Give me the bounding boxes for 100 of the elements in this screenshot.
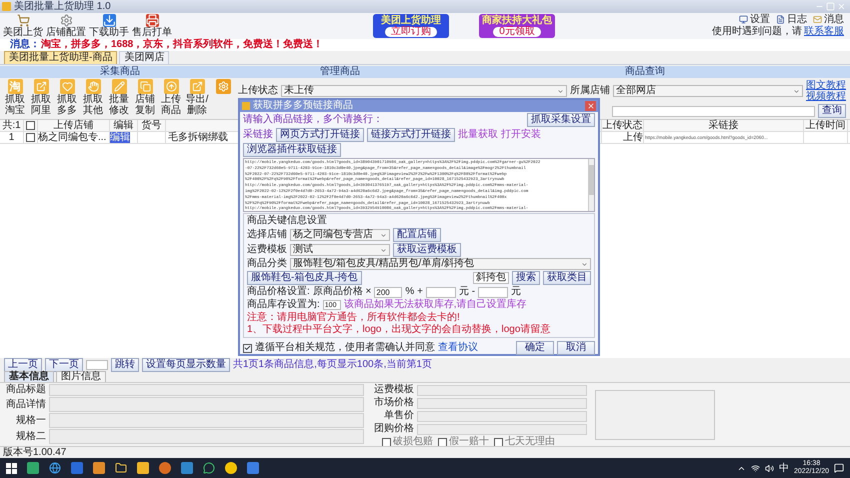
cancel-button[interactable]: 取消 <box>557 341 595 355</box>
tutorial-link[interactable]: 视频教程 <box>806 91 846 102</box>
promo-action[interactable]: 立即订购 <box>385 27 437 37</box>
shop-select[interactable]: 杨之同编包专营店 <box>290 229 390 241</box>
chat-icon[interactable] <box>203 462 215 474</box>
plugin-button[interactable]: 浏览器插件获取链接 <box>243 143 341 157</box>
note-text: 1、下载过程中平台文字，logo，出现文字的会自动替换，logo请留意 <box>247 324 552 336</box>
text-field[interactable] <box>417 384 587 396</box>
batch-text: 批量获取 打开安装 <box>458 129 541 141</box>
action-button[interactable]: 店铺复制 <box>132 79 158 116</box>
checkbox[interactable] <box>438 438 447 446</box>
category-path-button[interactable]: 服饰鞋包-箱包皮具-挎包 <box>247 271 362 285</box>
add-field[interactable] <box>426 286 456 298</box>
tutorial-link[interactable]: 图文教程 <box>806 80 846 91</box>
status-select[interactable]: 未上传 <box>281 85 567 97</box>
configure-shop-button[interactable]: 配置店铺 <box>393 228 441 242</box>
page-field[interactable] <box>86 360 108 370</box>
ok-button[interactable]: 确定 <box>516 341 554 355</box>
pencil-icon <box>114 81 124 92</box>
ime-indicator[interactable]: 中 <box>778 462 789 474</box>
promo-banner[interactable]: 商家扶持大礼包 0元领取 <box>479 14 555 38</box>
toolbar-button[interactable]: 店铺配置 <box>45 14 87 38</box>
network-icon[interactable] <box>750 464 760 472</box>
checkbox[interactable] <box>26 133 35 142</box>
close-icon <box>586 102 594 110</box>
edit-link[interactable]: 编辑 <box>110 132 130 143</box>
query-button[interactable]: 查询 <box>818 104 846 118</box>
row-number: 1 <box>8 132 14 143</box>
contact-link[interactable]: 联系客服 <box>804 26 844 38</box>
action-button[interactable]: 抓取多多 <box>54 79 80 116</box>
category-search-field[interactable]: 斜挎包 <box>473 272 509 284</box>
toolbar-button[interactable]: 下载助手 <box>88 14 130 38</box>
document-icon <box>776 15 785 24</box>
checkbox[interactable] <box>494 438 503 446</box>
search-button[interactable]: 搜索 <box>512 271 540 285</box>
url-textarea[interactable] <box>243 158 595 212</box>
action-button[interactable]: 批量修改 <box>106 79 132 116</box>
toolbar-button[interactable]: 售后打单 <box>131 14 173 38</box>
text-field[interactable] <box>49 384 364 396</box>
text-field[interactable] <box>417 410 587 422</box>
subtract-field[interactable] <box>478 286 508 298</box>
gear-icon <box>218 81 228 92</box>
tab[interactable]: 图片信息 <box>56 371 106 382</box>
top-link[interactable]: 日志 <box>787 14 807 25</box>
action-button[interactable]: 淘 抓取淘宝 <box>2 79 28 116</box>
open-link-button[interactable]: 网页方式打开链接 <box>276 128 364 142</box>
freight-select[interactable]: 测试 <box>290 244 390 256</box>
price-base-label: 原商品价格 × <box>312 286 372 298</box>
action-button[interactable]: 抓取阿里 <box>28 79 54 116</box>
page-size-button[interactable]: 设置每页显示数量 <box>142 358 230 372</box>
start-icon[interactable] <box>6 462 17 474</box>
tab[interactable]: 美团批量上货助理-商品 <box>4 51 118 64</box>
maximize-icon[interactable] <box>826 2 835 11</box>
cart-icon <box>16 14 30 27</box>
app-icon[interactable] <box>225 462 237 474</box>
promo-action[interactable]: 0元领取 <box>493 27 541 37</box>
table-cell: 毛多拆钢绑载 <box>168 132 228 144</box>
scrollbar[interactable] <box>588 159 594 211</box>
action-button[interactable]: 上传商品 <box>158 79 184 116</box>
notification-icon[interactable] <box>834 463 844 473</box>
percent-field[interactable]: 200 <box>374 286 402 298</box>
checkbox-label: 七天无理由 <box>505 436 555 448</box>
select-all-checkbox[interactable] <box>26 121 35 130</box>
close-icon[interactable] <box>837 2 846 11</box>
category-button[interactable]: 获取类目 <box>543 271 591 285</box>
text-field[interactable] <box>49 397 364 412</box>
column-header: 上传状态 <box>602 120 642 131</box>
action-button[interactable]: 抓取其他 <box>80 79 106 116</box>
prev-button[interactable]: 上一页 <box>4 358 42 372</box>
text-field[interactable] <box>49 429 364 444</box>
promo-banner[interactable]: 美团上货助理 立即订购 <box>373 14 449 38</box>
settings-button[interactable]: 抓取采集设置 <box>527 113 595 127</box>
category-select[interactable]: 服饰鞋包/箱包皮具/精品男包/单肩/斜挎包 <box>290 258 591 270</box>
tab[interactable]: 美团网店 <box>119 51 170 64</box>
search-field[interactable] <box>612 106 815 116</box>
action-button[interactable]: 导出/删除 <box>184 79 210 116</box>
text-field[interactable] <box>417 398 587 408</box>
browser-icon[interactable] <box>49 462 61 474</box>
agreement-link[interactable]: 查看协议 <box>438 342 478 354</box>
app-icon[interactable] <box>159 462 171 474</box>
open-link-button[interactable]: 链接方式打开链接 <box>367 128 455 142</box>
field-label: 规格二 <box>16 430 46 442</box>
text-field[interactable] <box>49 413 364 428</box>
top-link[interactable]: 设置 <box>750 14 770 25</box>
text-field[interactable] <box>417 424 587 434</box>
checkbox[interactable] <box>382 438 391 446</box>
speaker-icon[interactable] <box>764 464 774 472</box>
window-title: 美团批量上货助理 1.0 <box>14 0 111 12</box>
folder-icon[interactable] <box>115 462 127 474</box>
tab[interactable]: 基本信息 <box>4 371 54 382</box>
top-link[interactable]: 消息 <box>824 14 844 25</box>
jump-button[interactable]: 跳转 <box>111 358 139 372</box>
section-header: 商品查询 <box>625 66 665 78</box>
gear-icon <box>60 14 72 27</box>
close-button[interactable] <box>585 101 596 111</box>
shop-select[interactable]: 全部网店 <box>613 85 803 97</box>
next-button[interactable]: 下一页 <box>45 358 83 372</box>
freight-button[interactable]: 获取运费模板 <box>393 243 461 257</box>
checkbox[interactable] <box>243 344 252 352</box>
toolbar-button[interactable]: 美团上货 <box>2 14 44 38</box>
